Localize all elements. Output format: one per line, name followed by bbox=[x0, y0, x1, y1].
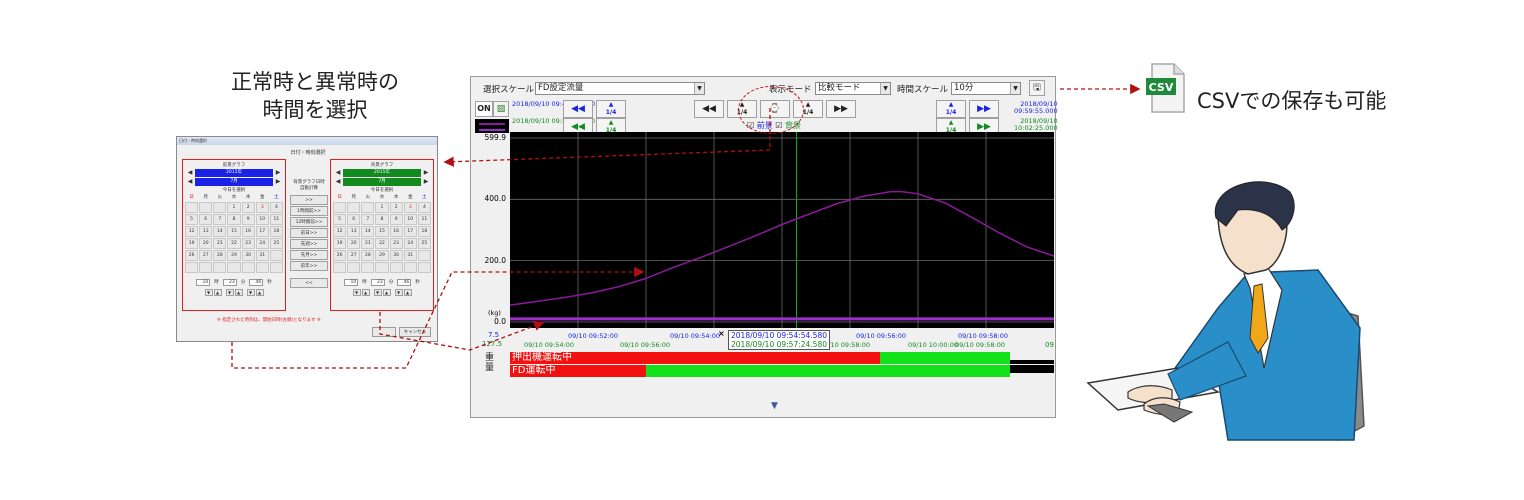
stage: 正常時と異常時の 時間を選択 日付・時刻選択 日付・時刻選択 前景グラフ ◀ 20… bbox=[0, 0, 1524, 500]
csv-caption: CSVでの保存も可能 bbox=[1197, 89, 1387, 113]
csv-file-icon: CSV bbox=[1146, 63, 1185, 113]
person-illustration bbox=[1086, 181, 1365, 442]
csv-icon-text: CSV bbox=[1149, 81, 1174, 94]
